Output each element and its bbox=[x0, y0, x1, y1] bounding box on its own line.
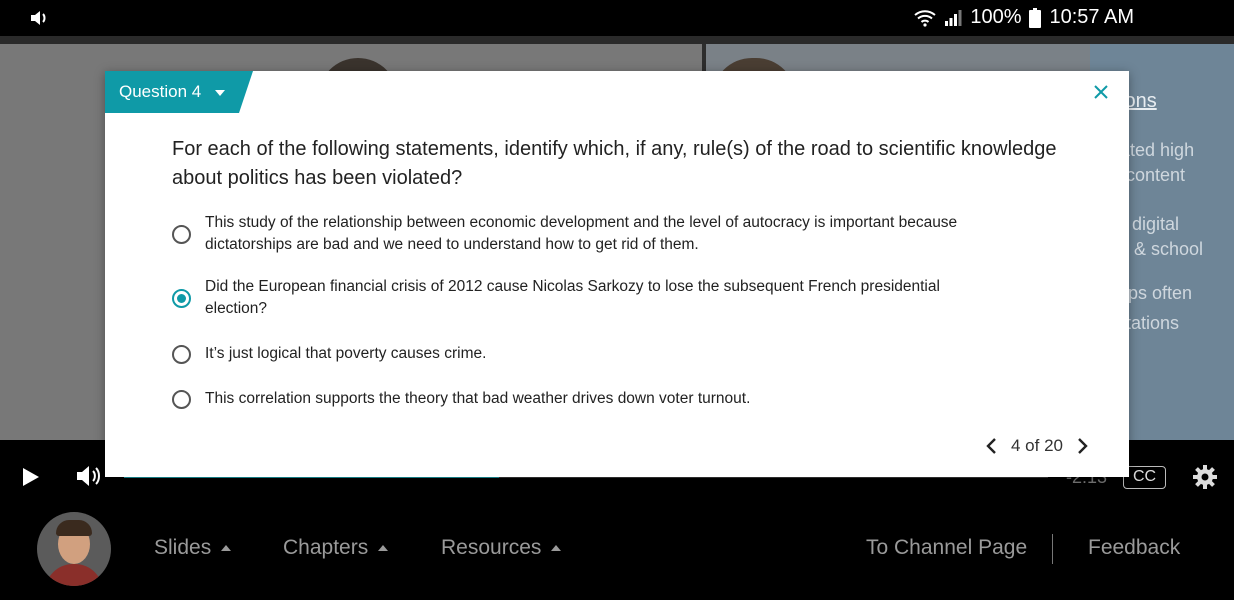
page-indicator: 4 of 20 bbox=[1011, 436, 1063, 455]
battery-level: 100% bbox=[970, 6, 1022, 28]
quiz-dialog: Question 4 For each of the following sta… bbox=[105, 71, 1129, 477]
volume-icon[interactable] bbox=[76, 464, 102, 488]
answer-text: Did the European financial crisis of 201… bbox=[205, 278, 940, 317]
question-selector[interactable]: Question 4 bbox=[105, 71, 253, 113]
radio-button[interactable] bbox=[172, 389, 191, 409]
slide-line: tations bbox=[1126, 313, 1180, 333]
signal-icon bbox=[945, 9, 962, 26]
slide-line: content bbox=[1126, 165, 1186, 185]
resources-menu[interactable]: Resources bbox=[441, 536, 562, 560]
play-icon[interactable] bbox=[22, 467, 40, 487]
captions-button[interactable]: CC bbox=[1123, 466, 1166, 489]
volume-icon bbox=[31, 11, 46, 25]
slide-line: & school bbox=[1134, 239, 1204, 259]
caret-up-icon bbox=[378, 545, 389, 551]
chevron-right-icon[interactable] bbox=[1077, 438, 1089, 454]
status-bar: 100% 10:57 AM bbox=[0, 0, 1234, 36]
close-icon[interactable] bbox=[1093, 84, 1109, 100]
chevron-down-icon bbox=[215, 90, 225, 96]
channel-page-link[interactable]: To Channel Page bbox=[866, 536, 1027, 560]
gear-icon[interactable] bbox=[1192, 464, 1218, 490]
answer-text: This study of the relationship between e… bbox=[205, 214, 958, 253]
chevron-left-icon[interactable] bbox=[985, 438, 997, 454]
slides-menu[interactable]: Slides bbox=[154, 536, 232, 560]
slides-label: Slides bbox=[154, 536, 212, 559]
caret-up-icon bbox=[221, 545, 232, 551]
question-pager: 4 of 20 bbox=[985, 436, 1089, 456]
answer-option[interactable]: This study of the relationship between e… bbox=[172, 212, 992, 256]
slide-line: ops often bbox=[1118, 283, 1193, 303]
avatar[interactable] bbox=[37, 512, 111, 586]
battery-icon bbox=[1029, 7, 1042, 28]
caret-up-icon bbox=[551, 545, 562, 551]
frame-top-band bbox=[0, 36, 1234, 44]
question-label: Question 4 bbox=[119, 82, 202, 101]
answer-option[interactable]: This correlation supports the theory tha… bbox=[172, 388, 992, 410]
chapters-label: Chapters bbox=[283, 536, 369, 559]
radio-button[interactable] bbox=[172, 344, 191, 364]
resources-label: Resources bbox=[441, 536, 542, 559]
wifi-icon bbox=[914, 9, 936, 27]
avatar-shirt bbox=[45, 564, 103, 586]
nav-divider bbox=[1052, 534, 1053, 564]
clock: 10:57 AM bbox=[1049, 6, 1134, 28]
radio-button[interactable] bbox=[172, 224, 191, 244]
chapters-menu[interactable]: Chapters bbox=[283, 536, 389, 560]
answer-text: It’s just logical that poverty causes cr… bbox=[205, 345, 487, 362]
answer-option[interactable]: It’s just logical that poverty causes cr… bbox=[172, 343, 992, 365]
avatar-hair bbox=[56, 520, 92, 536]
feedback-link[interactable]: Feedback bbox=[1088, 536, 1180, 560]
question-text: For each of the following statements, id… bbox=[172, 138, 1057, 189]
answer-text: This correlation supports the theory tha… bbox=[205, 390, 751, 407]
answer-option[interactable]: Did the European financial crisis of 201… bbox=[172, 276, 992, 320]
radio-button-selected[interactable] bbox=[172, 288, 191, 308]
